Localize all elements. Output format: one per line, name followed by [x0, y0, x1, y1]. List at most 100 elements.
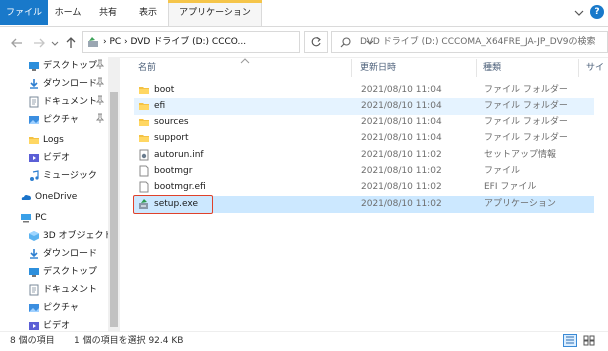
search-box[interactable]: DVD ドライブ (D:) CCCOMA_X64FRE_JA-JP_DV9の検索 — [331, 31, 608, 53]
tab-file[interactable]: ファイル — [0, 0, 48, 25]
file-type: ファイル フォルダー — [484, 101, 568, 111]
column-divider[interactable] — [476, 59, 477, 77]
file-modified: 2021/08/10 11:04 — [361, 117, 442, 127]
tab-application-tools[interactable]: アプリケーション ツール — [168, 0, 262, 45]
folder-icon — [28, 134, 40, 146]
up-button[interactable] — [64, 36, 78, 50]
file-name: autorun.inf — [154, 150, 204, 160]
dvd-drive-icon — [87, 36, 99, 48]
file-row[interactable]: bootmgr 2021/08/10 11:02 ファイル — [134, 163, 594, 180]
file-modified: 2021/08/10 11:02 — [361, 199, 442, 209]
file-name: efi — [154, 101, 166, 111]
details-view-button[interactable] — [563, 334, 577, 347]
navigation-pane: デスクトップ ダウンロード ドキュメント ピクチャ Logs ビデオ ミュージック OneDr… — [0, 57, 120, 331]
file-icon — [138, 165, 150, 177]
sidebar-item[interactable]: 3D オブジェクト — [0, 227, 113, 245]
navigation-bar: › PC › DVD ドライブ (D:) CCCO... DVD ドライブ (D… — [0, 27, 608, 58]
sidebar-item[interactable]: ミュージック — [0, 167, 112, 185]
forward-button[interactable] — [32, 36, 46, 50]
column-divider[interactable] — [578, 59, 579, 77]
file-name: bootmgr — [154, 166, 193, 176]
file-row[interactable]: bootmgr.efi 2021/08/10 11:02 EFI ファイル — [134, 179, 594, 196]
sidebar-item[interactable]: ピクチャ — [0, 111, 112, 129]
column-divider[interactable] — [351, 59, 352, 77]
status-bar: 8 個の項目 1 個の項目を選択 92.4 KB — [0, 331, 608, 351]
folder-icon — [138, 100, 150, 112]
onedrive-icon — [20, 191, 32, 203]
chevron-down-icon — [574, 10, 584, 16]
file-modified: 2021/08/10 11:04 — [361, 133, 442, 143]
sort-ascending-icon — [240, 57, 250, 66]
file-icon — [138, 181, 150, 193]
sidebar-item[interactable]: PC — [0, 209, 112, 227]
file-row[interactable]: autorun.inf 2021/08/10 11:02 セットアップ情報 — [134, 147, 594, 164]
pictures-icon — [28, 302, 40, 314]
sidebar-item[interactable]: ドキュメント — [0, 93, 112, 111]
pin-icon — [95, 94, 105, 112]
address-bar[interactable]: › PC › DVD ドライブ (D:) CCCO... — [82, 31, 374, 53]
back-button[interactable] — [10, 36, 24, 50]
sidebar-item[interactable]: ピクチャ — [0, 299, 112, 317]
column-header-type[interactable]: 種類 — [483, 57, 501, 79]
file-type: ファイル — [484, 166, 521, 176]
address-path: › PC › DVD ドライブ (D:) CCCO... — [103, 37, 247, 47]
sidebar-item[interactable]: デスクトップ — [0, 263, 112, 281]
sidebar-item[interactable]: デスクトップ — [0, 57, 112, 75]
sidebar-item-label: ドキュメント — [43, 285, 98, 295]
search-input[interactable]: DVD ドライブ (D:) CCCOMA_X64FRE_JA-JP_DV9の検索 — [360, 32, 595, 52]
videos-icon — [28, 152, 40, 164]
help-button[interactable]: ? — [590, 5, 604, 19]
selection-info: 1 個の項目を選択 92.4 KB — [74, 336, 184, 346]
large-icons-view-button[interactable] — [582, 334, 596, 347]
sidebar-item-label: ミュージック — [43, 171, 97, 181]
file-modified: 2021/08/10 11:04 — [361, 85, 442, 95]
pc-icon — [20, 212, 32, 224]
file-modified: 2021/08/10 11:02 — [361, 182, 442, 192]
sidebar-item[interactable]: ダウンロード — [0, 75, 112, 93]
refresh-icon — [311, 37, 321, 47]
sidebar-item-label: OneDrive — [35, 192, 78, 202]
sidebar-item-label: ダウンロード — [43, 249, 98, 259]
sidebar-item-label: デスクトップ — [43, 267, 98, 277]
sidebar-item[interactable]: Logs — [0, 131, 112, 149]
column-header-modified[interactable]: 更新日時 — [360, 57, 396, 79]
context-tab-accent — [168, 0, 262, 3]
arrow-up-icon — [66, 37, 76, 48]
music-icon — [28, 170, 40, 182]
sidebar-item[interactable]: OneDrive — [0, 188, 112, 206]
sidebar-item-label: デスクトップ — [43, 61, 98, 71]
tab-share[interactable]: 共有 — [88, 0, 128, 25]
file-row[interactable]: support 2021/08/10 11:04 ファイル フォルダー — [134, 130, 594, 147]
documents-icon — [28, 96, 40, 108]
sidebar-item-label: PC — [35, 213, 47, 223]
setup-info-icon — [138, 149, 150, 161]
sidebar-item[interactable]: ビデオ — [0, 149, 112, 167]
sidebar-item-label: ドキュメント — [43, 97, 98, 107]
sidebar-item[interactable]: ドキュメント — [0, 281, 112, 299]
tab-home[interactable]: ホーム — [48, 0, 88, 25]
ribbon-expand-button[interactable] — [572, 6, 586, 20]
sidebar-item-label: ピクチャ — [43, 303, 79, 313]
file-row[interactable]: sources 2021/08/10 11:04 ファイル フォルダー — [134, 114, 594, 131]
file-type: ファイル フォルダー — [484, 85, 568, 95]
file-type: アプリケーション — [484, 199, 556, 209]
refresh-button[interactable] — [304, 31, 328, 53]
documents-icon — [28, 284, 40, 296]
column-header-name[interactable]: 名前 — [138, 57, 156, 79]
pin-icon — [95, 76, 105, 94]
tab-view[interactable]: 表示 — [128, 0, 168, 25]
sidebar-scroll-thumb[interactable] — [110, 92, 118, 327]
arrow-right-icon — [34, 38, 45, 48]
sidebar-item[interactable]: ダウンロード — [0, 245, 112, 263]
file-name: boot — [154, 85, 175, 95]
download-icon — [28, 248, 40, 260]
column-header-size[interactable]: サイ — [586, 57, 604, 79]
folder-icon — [138, 116, 150, 128]
file-row[interactable]: efi 2021/08/10 11:04 ファイル フォルダー — [134, 98, 594, 115]
file-row[interactable]: boot 2021/08/10 11:04 ファイル フォルダー — [134, 82, 594, 99]
desktop-icon — [28, 266, 40, 278]
large-icons-view-icon — [583, 335, 595, 346]
recent-locations-button[interactable] — [50, 36, 60, 50]
file-type: セットアップ情報 — [484, 150, 557, 160]
file-modified: 2021/08/10 11:04 — [361, 101, 442, 111]
